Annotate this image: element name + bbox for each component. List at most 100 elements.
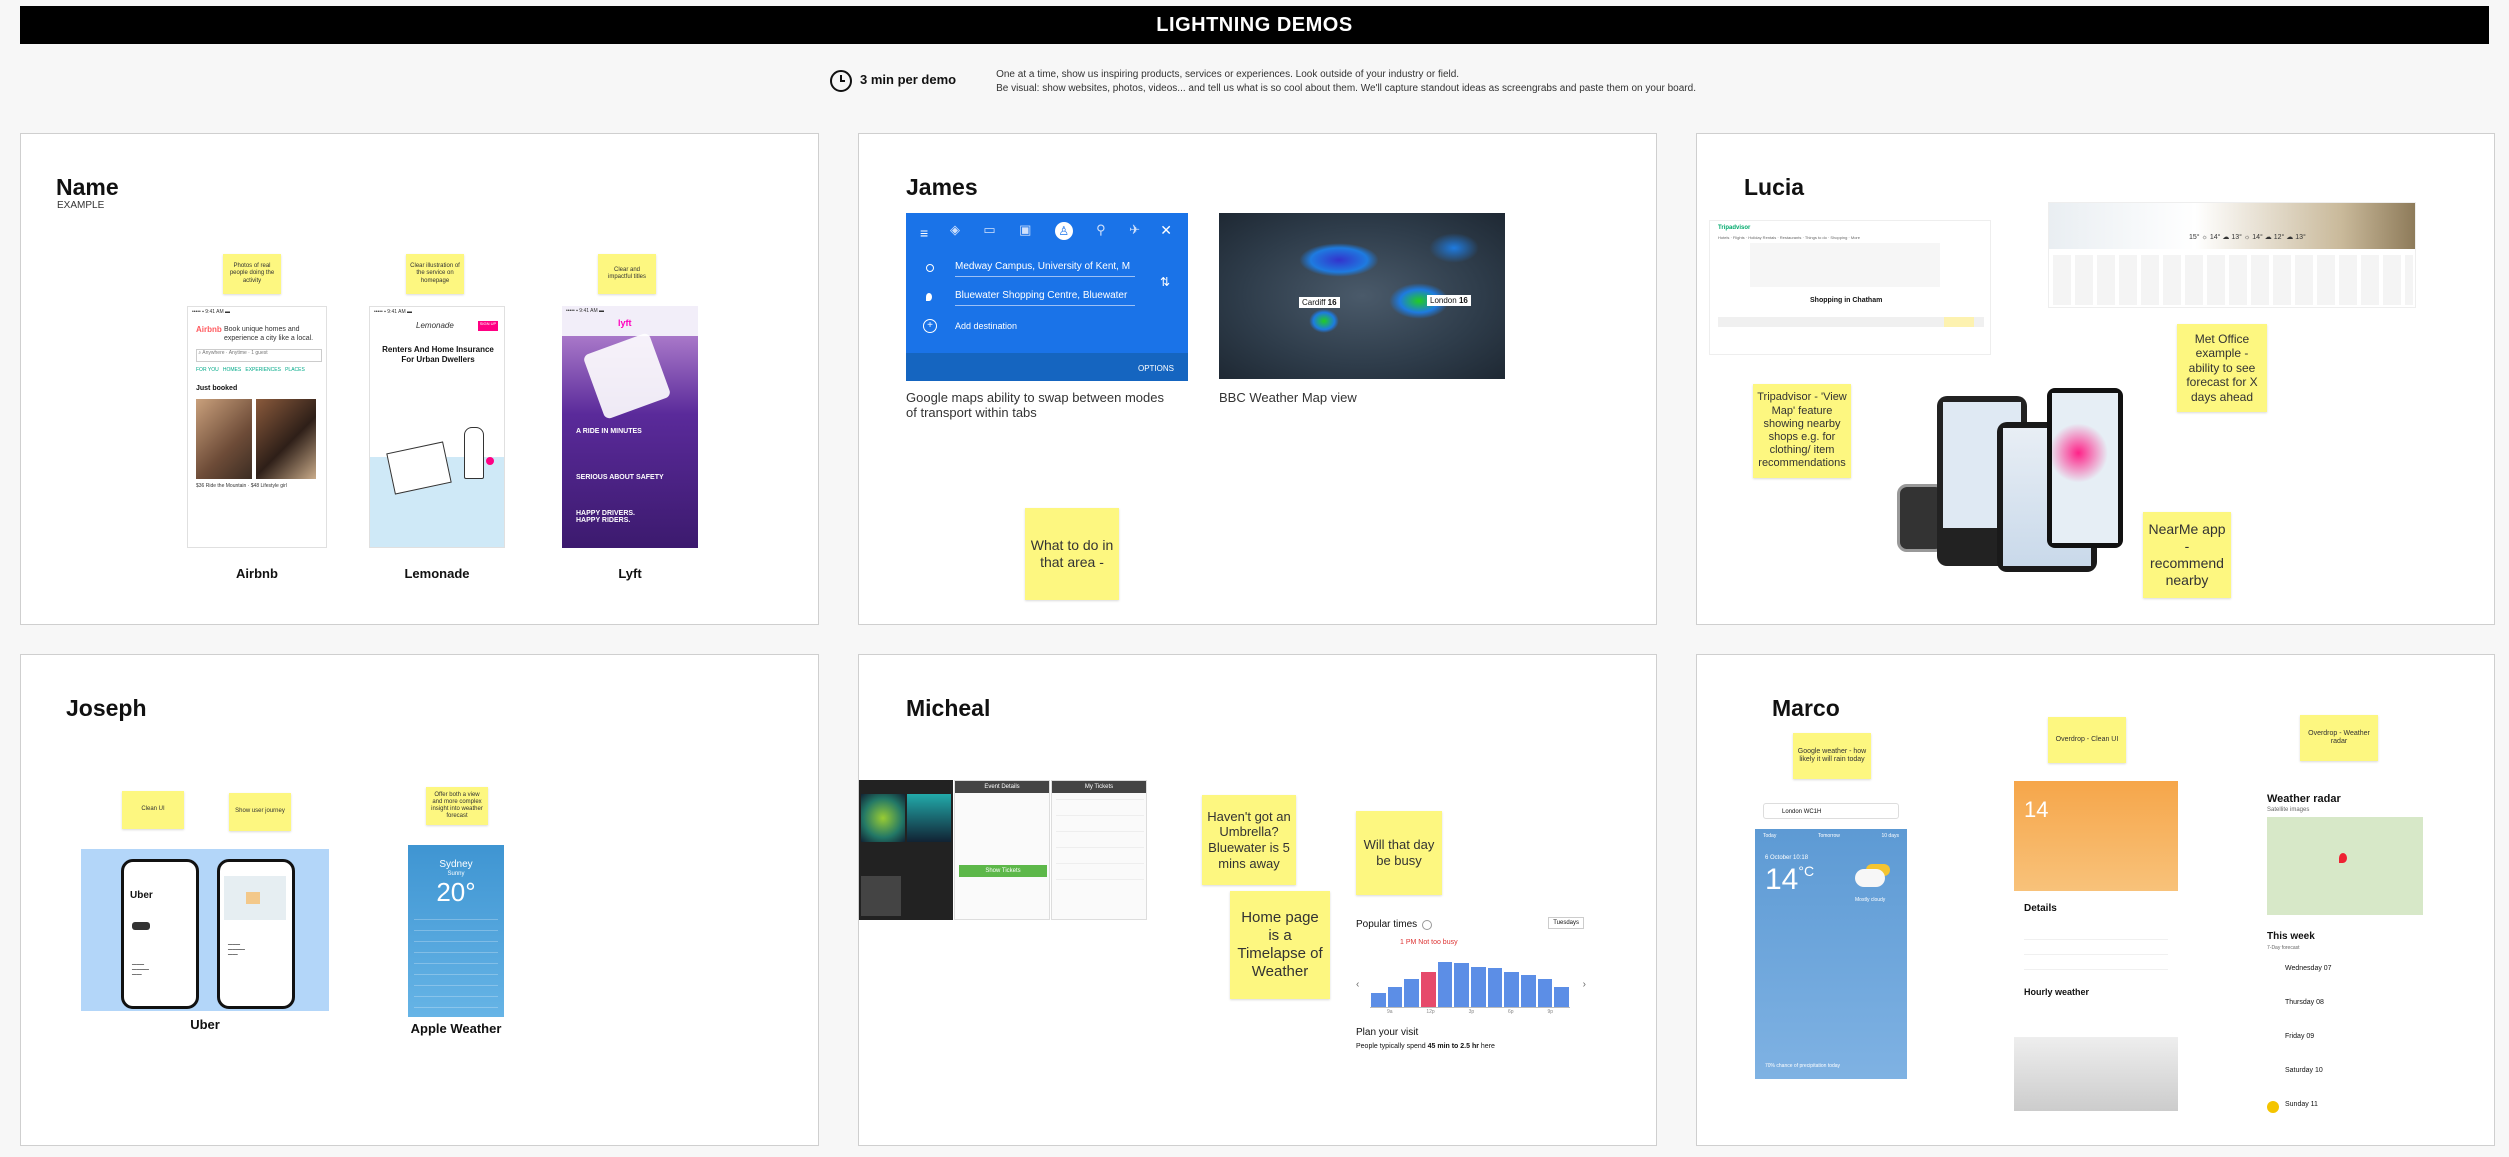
weather-forecast-list [414,919,498,1011]
close-icon[interactable]: ✕ [1160,222,1172,239]
sticky-note[interactable]: What to do in that area - [1025,508,1119,600]
tripadvisor-logo: Tripadvisor [1718,225,1751,231]
panel-title: Name [56,174,119,200]
sticky-note[interactable]: Will that day be busy [1356,811,1442,895]
uber-phone-1: Uber ━━━━━ ━━━━━━━ ━━━━ [121,859,199,1009]
google-weather-search[interactable]: London WC1H [1763,803,1899,819]
airbnb-screenshot: ••••• ▪ 9:41 AM ▬ Airbnb Book unique hom… [187,306,327,548]
city-name: London [1430,296,1457,305]
panel-title: James [906,174,978,200]
directions-icon[interactable]: ◈ [950,222,960,240]
sticky-note[interactable]: Haven't got an Umbrella? Bluewater is 5 … [1202,795,1296,885]
tripadvisor-map-button[interactable] [1944,317,1974,327]
page-title: LIGHTNING DEMOS [1156,13,1353,36]
panel-micheal[interactable]: Micheal Event Details Show Tickets My Ti… [858,654,1657,1146]
lemonade-person-illustration [464,427,484,479]
plan-visit-prefix: People typically spend [1356,1043,1428,1050]
caption-uber: Uber [190,1017,220,1032]
car-icon[interactable]: ▭ [983,222,995,240]
forecast-day[interactable]: Wednesday 07 [2285,965,2332,972]
uber-screenshot: Uber ━━━━━ ━━━━━━━ ━━━━ ━━━━━ ━━━━━━━ ━━━━ [81,849,329,1011]
lemonade-signup-button[interactable]: SIGN UP [478,321,498,331]
panel-subtitle: EXAMPLE [57,200,105,211]
airbnb-brand: Airbnb [196,325,222,334]
tab-tomorrow[interactable]: Tomorrow [1818,833,1840,839]
destination-pin-icon [926,293,932,301]
forecast-day[interactable]: Sunday 11 [2285,1101,2318,1108]
time-label: 3 min per demo [860,72,957,87]
popular-times-bars [1370,951,1570,1008]
event-image [861,794,905,842]
sticky-note[interactable]: Clear illustration of the service on hom… [406,254,464,294]
tab-10-days[interactable]: 10 days [1881,833,1899,839]
panel-title: Joseph [66,695,147,721]
sticky-note[interactable]: Home page is a Timelapse of Weather [1230,891,1330,999]
popular-times-bar [1471,966,1486,1007]
swap-icon[interactable]: ⇅ [1160,275,1170,289]
tripadvisor-nav: Hotels · Flights · Holiday Rentals · Res… [1718,235,1860,240]
walk-icon[interactable]: ♙ [1054,222,1073,240]
event-image [861,876,901,916]
panel-name[interactable]: Name EXAMPLE Photos of real people doing… [20,133,819,625]
airbnb-search-input[interactable]: ⌕ Anywhere · Anytime · 1 guest [196,349,322,362]
airbnb-just-booked: Just booked [196,385,238,392]
met-office-temps: 15° ☼ 14° ☁ 13° ☼ 14° ☁ 12° ☁ 13° [2189,234,2306,241]
lyft-heading-3: HAPPY DRIVERS. HAPPY RIDERS. [576,510,635,524]
overdrop-temp: 14 [2024,797,2049,822]
sticky-note[interactable]: Overdrop - Clean UI [2048,717,2126,763]
tab-today[interactable]: Today [1763,833,1776,839]
popular-times-bar [1554,987,1569,1007]
uber-list: ━━━━━ ━━━━━━━ ━━━━ [228,942,245,957]
panel-marco[interactable]: Marco Google weather - how likely it wil… [1696,654,2495,1146]
sticky-note[interactable]: Clean UI [122,791,184,829]
popular-times-bar [1504,972,1519,1007]
transit-icon[interactable]: ▣ [1019,222,1031,240]
popular-times-day-select[interactable]: Tuesdays [1548,917,1584,929]
sticky-note[interactable]: NearMe app - recommend nearby [2143,512,2231,598]
caption-google-maps: Google maps ability to swap between mode… [906,390,1164,420]
google-weather-temp-unit: °C [1798,863,1815,879]
sticky-note[interactable]: Photos of real people doing the activity [223,254,281,294]
forecast-day[interactable]: Thursday 08 [2285,999,2324,1006]
forecast-day[interactable]: Saturday 10 [2285,1067,2323,1074]
forecast-day[interactable]: Friday 09 [2285,1033,2314,1040]
popular-times-bar [1404,979,1419,1007]
instructions-line-2: Be visual: show websites, photos, videos… [996,83,1696,94]
origin-field[interactable]: Medway Campus, University of Kent, M [955,261,1135,277]
options-button[interactable]: OPTIONS [1138,364,1174,373]
bike-icon[interactable]: ⚲ [1096,222,1106,240]
sticky-note[interactable]: Tripadvisor - 'View Map' feature showing… [1753,384,1851,478]
panel-lucia[interactable]: Lucia Tripadvisor Hotels · Flights · Hol… [1696,133,2495,625]
google-weather-screenshot: London WC1H Today Tomorrow 10 days 6 Oct… [1755,789,1907,1079]
radar-subtitle: Satellite images [2267,807,2310,813]
destination-field[interactable]: Bluewater Shopping Centre, Bluewater [955,290,1135,306]
plan-visit-duration: 45 min to 2.5 hr [1427,1043,1479,1050]
sticky-note[interactable]: Offer both a view and more complex insig… [426,787,488,825]
chevron-left-icon[interactable]: ‹ [1356,979,1359,990]
instructions-line-1: One at a time, show us inspiring product… [996,69,1460,80]
overdrop-hourly: Hourly weather [2024,987,2090,997]
overdrop-details: Details [2024,903,2057,914]
lyft-heading-2: SERIOUS ABOUT SAFETY [576,474,664,481]
uber-car-icon [132,922,150,930]
sticky-note[interactable]: Overdrop - Weather radar [2300,715,2378,761]
event-show-tickets-button[interactable]: Show Tickets [959,865,1047,877]
airbnb-photo [256,399,316,479]
google-weather-temp: 14°C [1765,863,1814,897]
sticky-note[interactable]: Clear and impactful titles [598,254,656,294]
origin-dot-icon [926,264,934,272]
sticky-note[interactable]: Google weather - how likely it will rain… [1793,733,1871,779]
flight-icon[interactable]: ✈ [1129,222,1140,240]
sticky-note[interactable]: Show user journey [229,793,291,831]
panel-joseph[interactable]: Joseph Clean UI Show user journey Offer … [20,654,819,1146]
google-weather-date: 6 October 10:18 [1765,855,1809,861]
panel-james[interactable]: James ≡ ◈ ▭ ▣ ♙ ⚲ ✈ ✕ Medway Campus, Uni… [858,133,1657,625]
add-destination-link[interactable]: Add destination [955,321,1017,331]
popular-times-bar [1421,972,1436,1007]
popular-times-hour-label: 9a [1386,1009,1393,1015]
plan-visit-suffix: here [1478,1043,1495,1050]
sticky-note[interactable]: Met Office example - ability to see fore… [2177,324,2267,412]
rain-cloud [1309,309,1339,333]
tripadvisor-search[interactable] [1750,243,1940,287]
chevron-right-icon[interactable]: › [1583,979,1586,990]
